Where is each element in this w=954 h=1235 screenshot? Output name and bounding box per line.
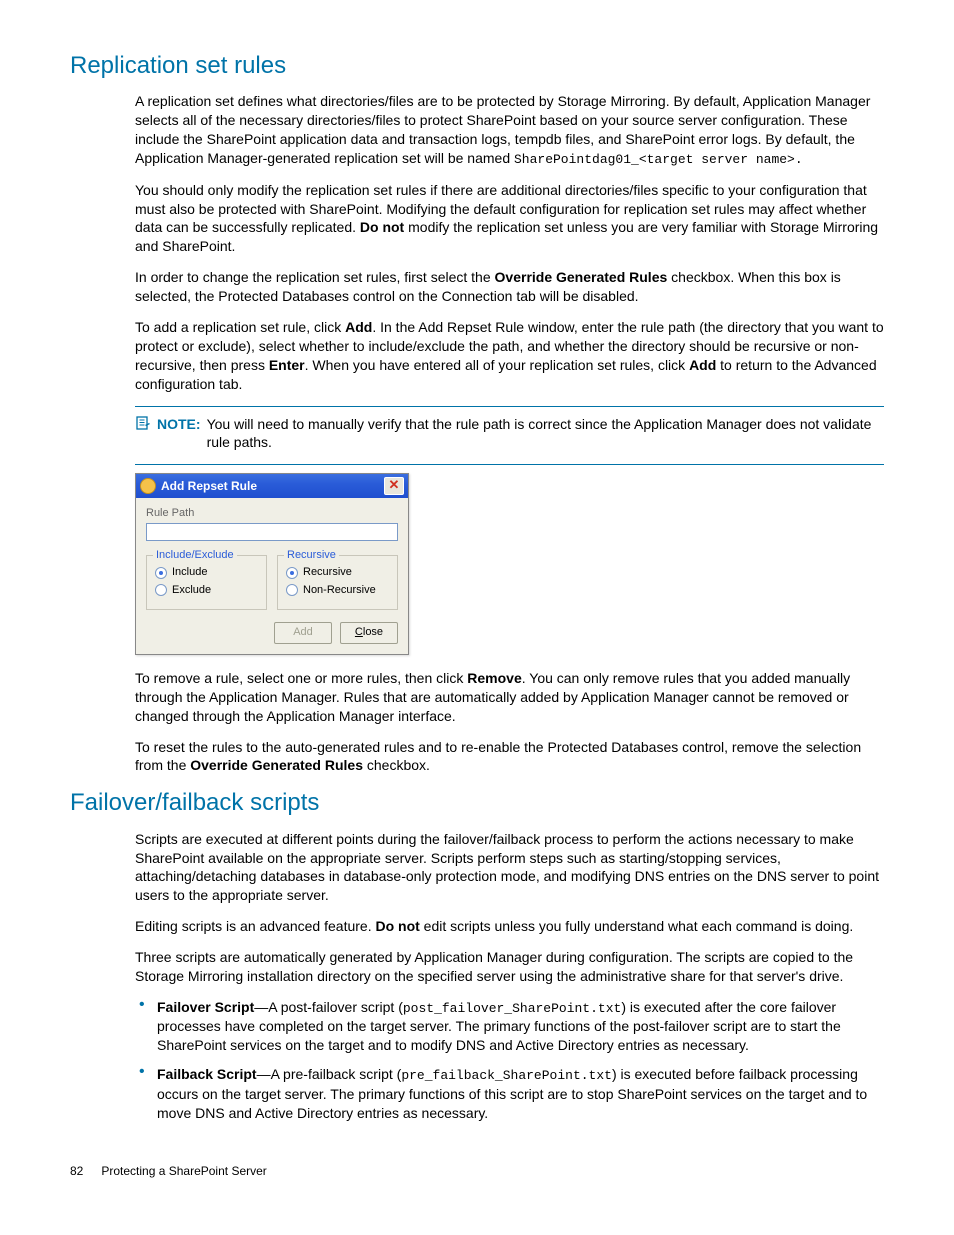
text: —A pre-failback script (	[257, 1066, 402, 1082]
emphasis: Add	[689, 357, 716, 373]
emphasis: Do not	[375, 918, 419, 934]
heading-failover-failback-scripts: Failover/failback scripts	[70, 787, 884, 819]
radio-label: Recursive	[303, 565, 352, 580]
emphasis: Override Generated Rules	[190, 757, 363, 773]
paragraph: A replication set defines what directori…	[135, 92, 884, 168]
emphasis: Remove	[467, 670, 521, 686]
radio-icon	[286, 584, 298, 596]
include-exclude-group: Include/Exclude Include Exclude	[146, 555, 267, 610]
group-legend: Recursive	[284, 548, 339, 563]
page-number: 82	[70, 1164, 83, 1178]
note-icon	[135, 415, 151, 431]
radio-label: Non-Recursive	[303, 583, 376, 598]
emphasis: Enter	[269, 357, 305, 373]
paragraph: To remove a rule, select one or more rul…	[135, 669, 884, 726]
footer-title: Protecting a SharePoint Server	[101, 1164, 266, 1178]
radio-icon	[286, 567, 298, 579]
code-text: pre_failback_SharePoint.txt	[401, 1068, 612, 1083]
paragraph: In order to change the replication set r…	[135, 268, 884, 306]
text: checkbox.	[363, 757, 430, 773]
emphasis: Add	[345, 319, 372, 335]
text: edit scripts unless you fully understand…	[420, 918, 853, 934]
include-radio[interactable]: Include	[155, 565, 258, 580]
close-button[interactable]: Close	[340, 622, 398, 644]
page-footer: 82 Protecting a SharePoint Server	[70, 1163, 884, 1179]
paragraph: Editing scripts is an advanced feature. …	[135, 917, 884, 936]
radio-label: Exclude	[172, 583, 211, 598]
emphasis: Failback Script	[157, 1066, 257, 1082]
note-block: NOTE: You will need to manually verify t…	[135, 415, 884, 453]
emphasis: Failover Script	[157, 999, 254, 1015]
add-button[interactable]: Add	[274, 622, 332, 644]
list-item: Failback Script—A pre-failback script (p…	[157, 1065, 884, 1122]
rule-path-label: Rule Path	[146, 506, 398, 521]
exclude-radio[interactable]: Exclude	[155, 583, 258, 598]
text: . When you have entered all of your repl…	[305, 357, 689, 373]
paragraph: You should only modify the replication s…	[135, 181, 884, 257]
list-item: Failover Script—A post-failover script (…	[157, 998, 884, 1055]
heading-replication-set-rules: Replication set rules	[70, 50, 884, 82]
emphasis: Do not	[360, 219, 404, 235]
text: —A post-failover script (	[254, 999, 403, 1015]
paragraph: To reset the rules to the auto-generated…	[135, 738, 884, 776]
dialog-icon	[140, 478, 156, 494]
note-text: You will need to manually verify that th…	[207, 415, 884, 453]
add-repset-rule-dialog: Add Repset Rule ✕ Rule Path Include/Excl…	[135, 473, 409, 655]
dialog-titlebar: Add Repset Rule ✕	[136, 474, 408, 498]
radio-label: Include	[172, 565, 207, 580]
code-text: post_failover_SharePoint.txt	[403, 1001, 621, 1016]
emphasis: Override Generated Rules	[495, 269, 668, 285]
recursive-radio[interactable]: Recursive	[286, 565, 389, 580]
close-icon[interactable]: ✕	[384, 477, 404, 495]
rule-path-input[interactable]	[146, 523, 398, 541]
group-legend: Include/Exclude	[153, 548, 237, 563]
note-label: NOTE:	[157, 415, 201, 434]
text: To add a replication set rule, click	[135, 319, 345, 335]
paragraph: To add a replication set rule, click Add…	[135, 318, 884, 394]
text: Editing scripts is an advanced feature.	[135, 918, 375, 934]
dialog-title: Add Repset Rule	[161, 478, 384, 494]
radio-icon	[155, 567, 167, 579]
text: In order to change the replication set r…	[135, 269, 495, 285]
divider	[135, 406, 884, 407]
radio-icon	[155, 584, 167, 596]
paragraph: Scripts are executed at different points…	[135, 830, 884, 906]
non-recursive-radio[interactable]: Non-Recursive	[286, 583, 389, 598]
recursive-group: Recursive Recursive Non-Recursive	[277, 555, 398, 610]
divider	[135, 464, 884, 465]
paragraph: Three scripts are automatically generate…	[135, 948, 884, 986]
code-text: SharePointdag01_<target server name>.	[514, 152, 803, 167]
text: To remove a rule, select one or more rul…	[135, 670, 467, 686]
